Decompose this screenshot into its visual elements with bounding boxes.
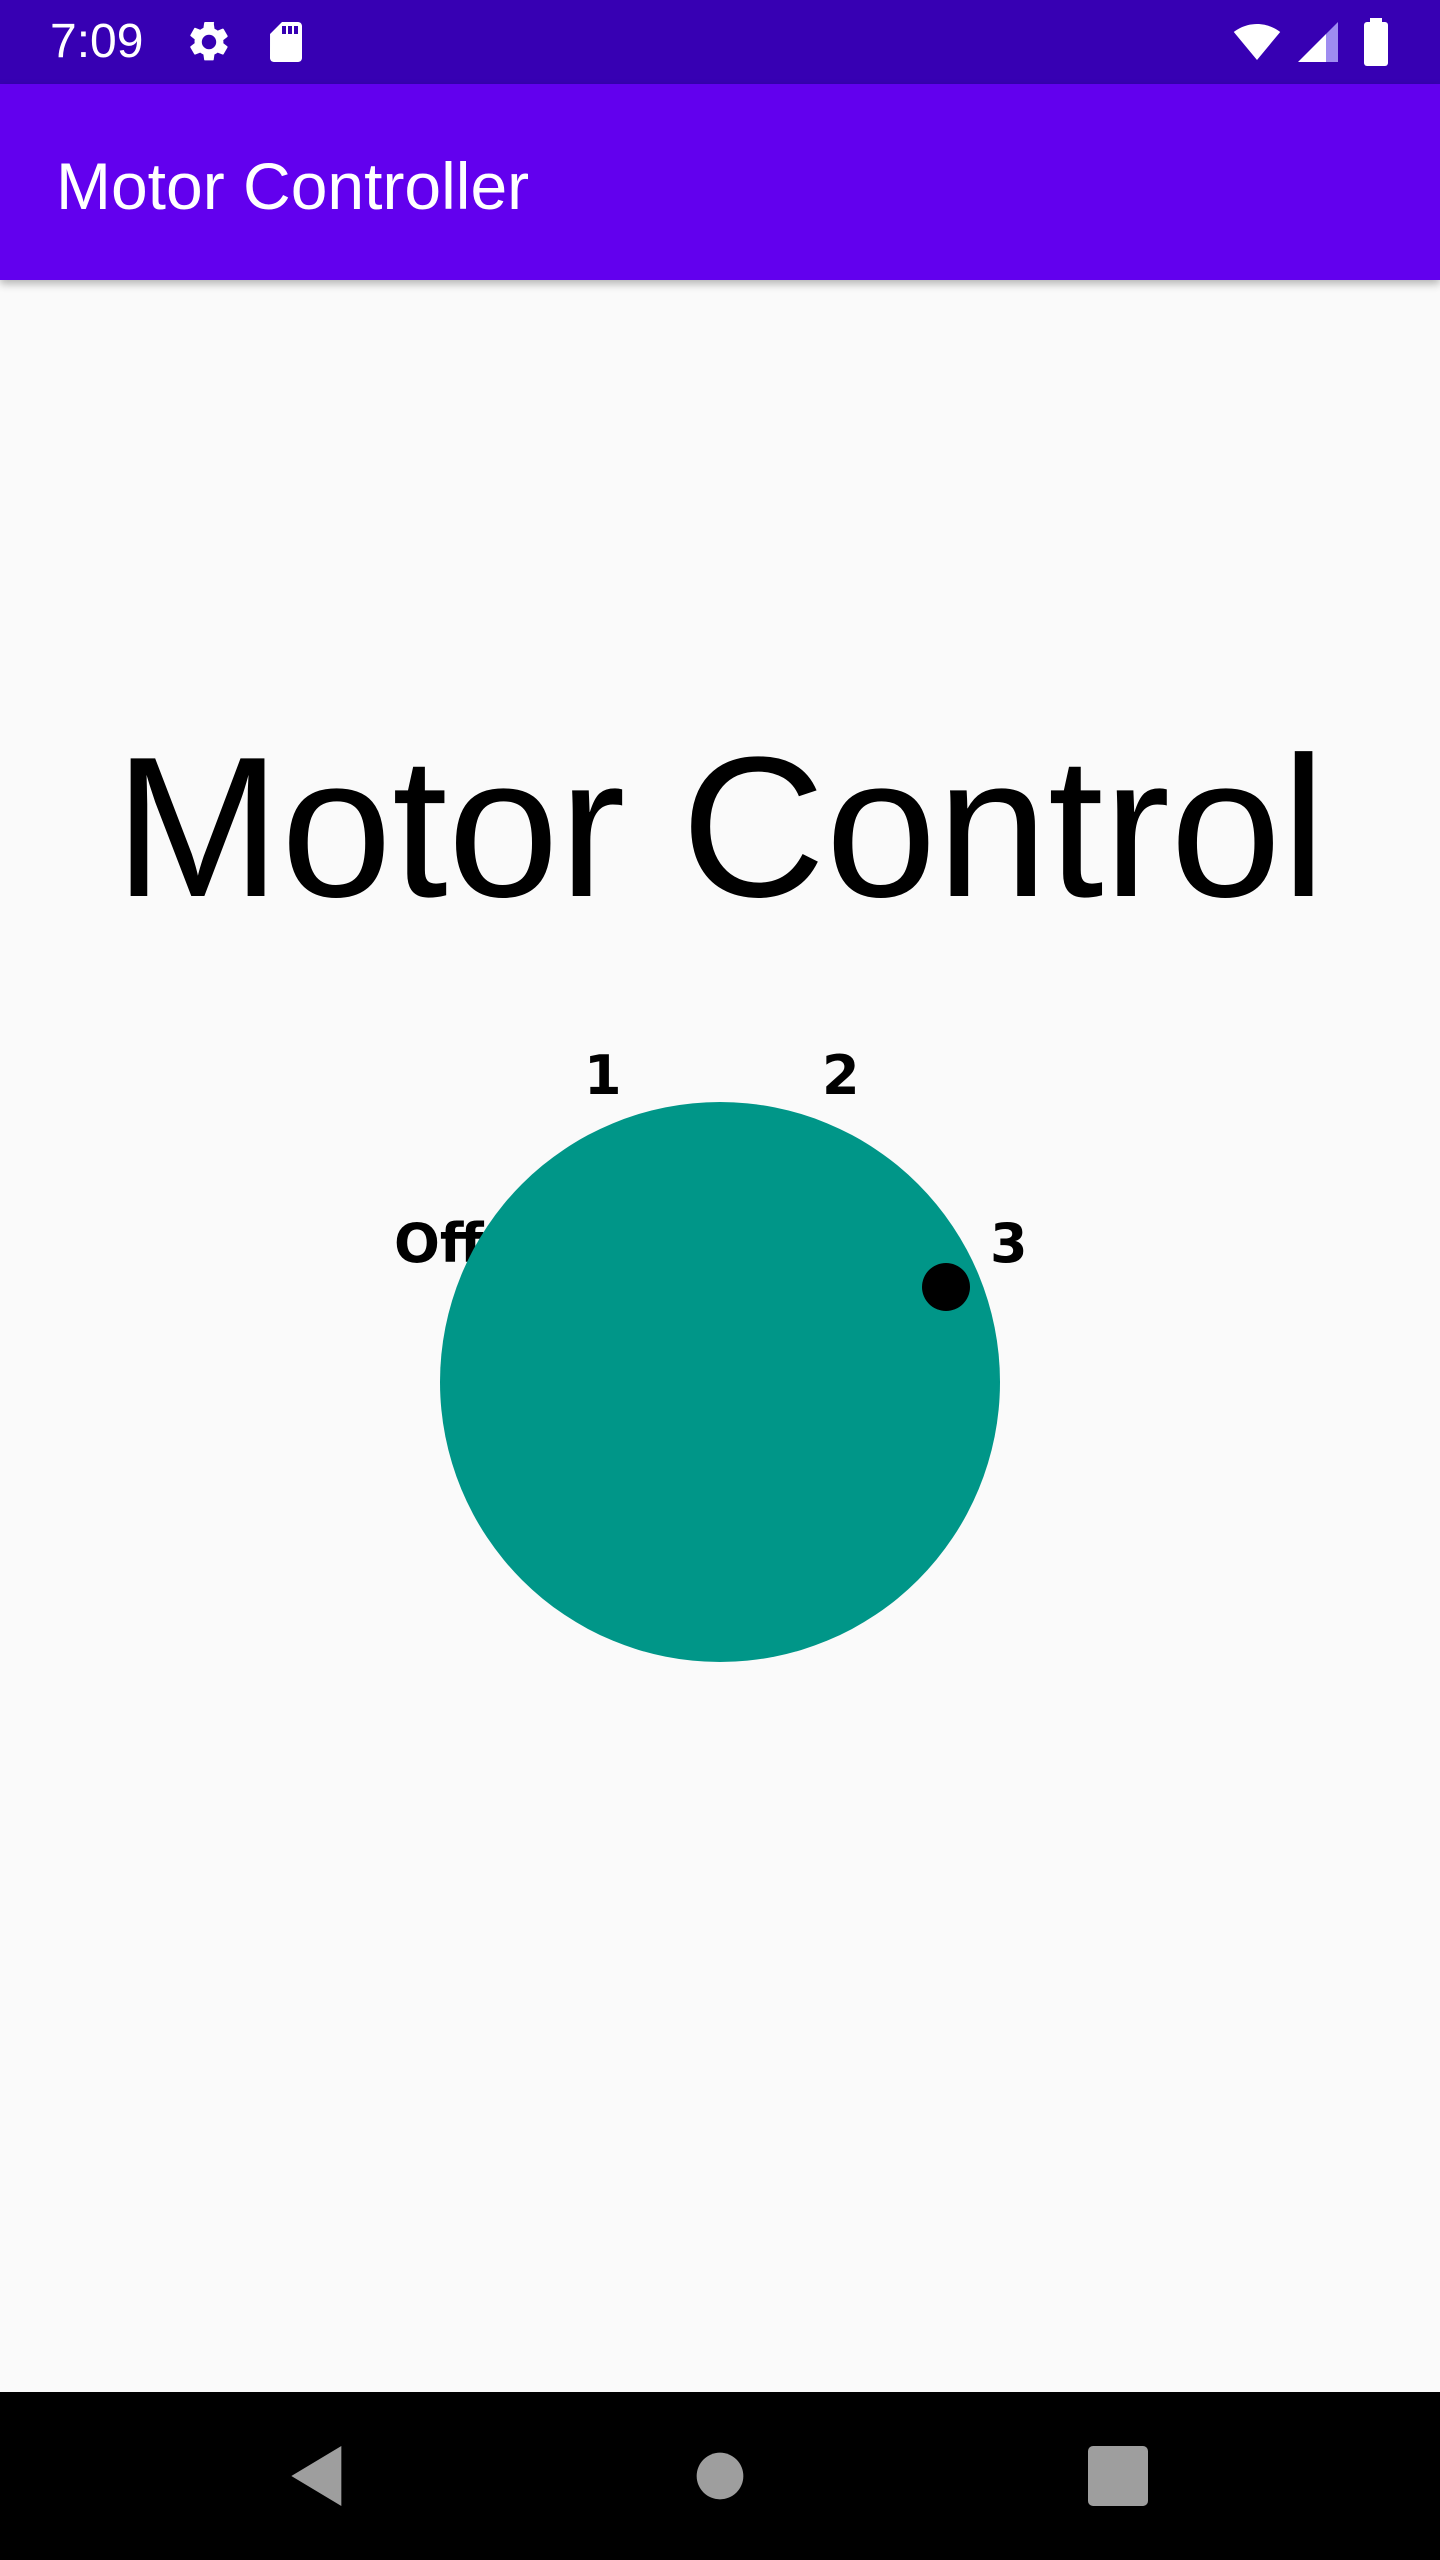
dial-label-3[interactable]: 3: [990, 1214, 1028, 1274]
page-heading: Motor Control: [114, 716, 1326, 939]
battery-icon: [1364, 18, 1388, 66]
wifi-icon: [1233, 24, 1281, 60]
sd-card-icon: [270, 22, 302, 62]
cell-signal-icon: [1298, 22, 1338, 62]
home-icon[interactable]: [680, 2436, 760, 2516]
app-bar: Motor Controller: [0, 84, 1440, 280]
back-icon[interactable]: [278, 2436, 358, 2516]
recents-icon[interactable]: [1078, 2436, 1158, 2516]
app-title: Motor Controller: [56, 149, 530, 223]
dial-label-1[interactable]: 1: [584, 1046, 622, 1106]
navigation-bar: [0, 2392, 1440, 2560]
status-bar: 7:09: [0, 0, 1440, 84]
dial-label-2[interactable]: 2: [822, 1046, 860, 1106]
dial-position-indicator: [922, 1263, 970, 1311]
status-time: 7:09: [50, 15, 144, 68]
motor-dial-area: Off 1 2 3: [0, 1000, 1440, 1700]
motor-speed-dial[interactable]: [440, 1102, 1000, 1662]
screen: 7:09 Motor Controller Motor Control Off …: [0, 0, 1440, 2560]
settings-icon: [190, 21, 228, 61]
